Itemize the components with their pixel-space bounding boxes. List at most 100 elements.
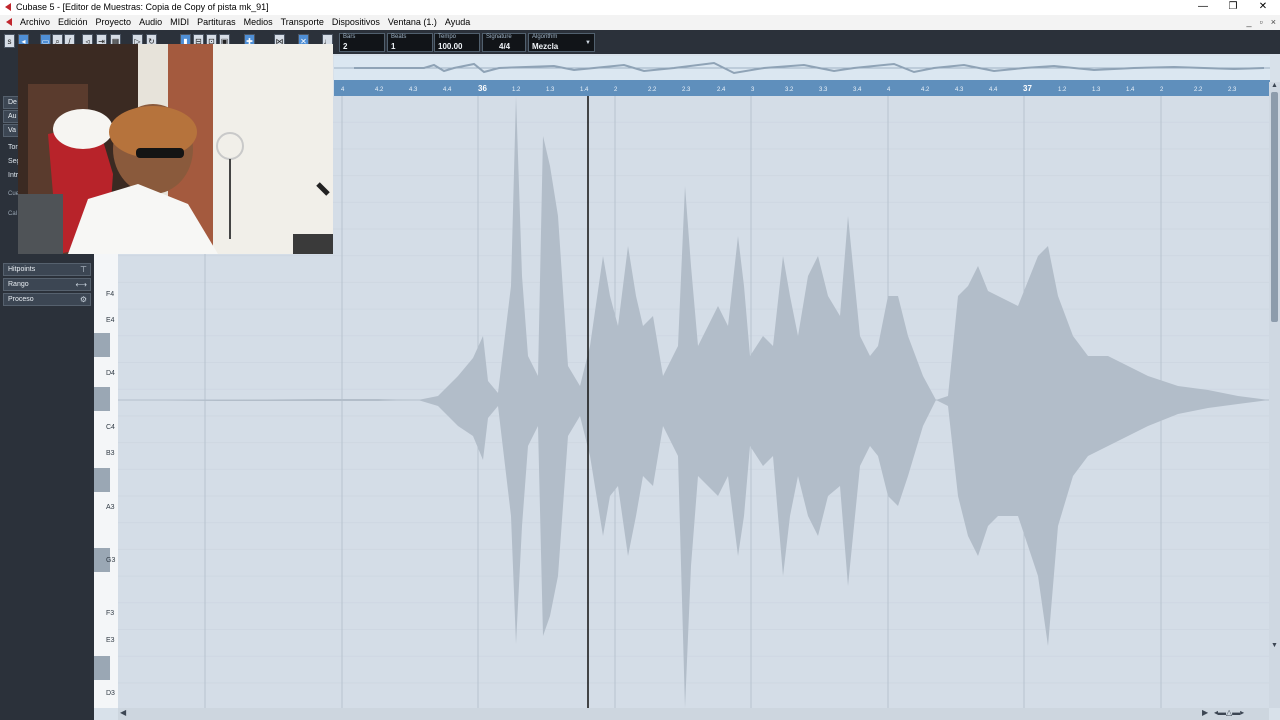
horizontal-scrollbar[interactable]: ◀ ▶ ◂▬△▬▸ bbox=[118, 708, 1269, 720]
algorithm-value[interactable]: Mezcla bbox=[532, 41, 558, 52]
ruler-tick: 4.4 bbox=[989, 87, 998, 93]
scroll-left-icon[interactable]: ◀ bbox=[120, 708, 126, 717]
rango-section[interactable]: Rango ⟷ bbox=[3, 278, 91, 291]
piano-key-label: C4 bbox=[106, 424, 115, 431]
mdi-minimize-icon[interactable]: _ bbox=[1247, 15, 1252, 30]
ruler-tick: 2.3 bbox=[1228, 87, 1237, 93]
mdi-close-icon[interactable]: × bbox=[1271, 15, 1276, 30]
piano-key-label: D3 bbox=[106, 690, 115, 697]
beats-field[interactable]: Beats 1 bbox=[387, 33, 433, 52]
ruler-tick: 1.2 bbox=[1058, 87, 1067, 93]
beats-label: Beats bbox=[391, 34, 407, 40]
ruler-tick: 3.4 bbox=[853, 87, 862, 93]
ruler-tick: 3 bbox=[751, 87, 755, 93]
piano-black-key[interactable] bbox=[94, 333, 110, 357]
ruler-tick: 4.3 bbox=[955, 87, 964, 93]
chevron-down-icon[interactable]: ▼ bbox=[585, 40, 591, 46]
ruler-tick: 1.3 bbox=[1092, 87, 1101, 93]
minimize-button[interactable]: — bbox=[1188, 0, 1218, 15]
menu-dispositivos[interactable]: Dispositivos bbox=[332, 15, 380, 30]
menu-midi[interactable]: MIDI bbox=[170, 15, 189, 30]
bars-value[interactable]: 2 bbox=[343, 41, 347, 52]
ruler-tick: 2.2 bbox=[1194, 87, 1203, 93]
piano-key-label: E3 bbox=[106, 637, 115, 644]
piano-black-key[interactable] bbox=[94, 387, 110, 411]
piano-key-label: B3 bbox=[106, 450, 115, 457]
ruler-tick: 3.3 bbox=[819, 87, 828, 93]
window-title: Cubase 5 - [Editor de Muestras: Copia de… bbox=[16, 2, 269, 12]
menu-medios[interactable]: Medios bbox=[244, 15, 273, 30]
inspector-va-label: Va bbox=[8, 127, 17, 134]
ruler-tick: 3.2 bbox=[785, 87, 794, 93]
vertical-scroll-thumb[interactable] bbox=[1271, 92, 1278, 322]
ruler-tick: 1.2 bbox=[512, 87, 521, 93]
piano-key-label: E4 bbox=[106, 317, 115, 324]
webcam-overlay bbox=[18, 44, 333, 254]
mdi-restore-icon[interactable]: ▫ bbox=[1260, 15, 1263, 30]
menu-audio[interactable]: Audio bbox=[139, 15, 162, 30]
ruler-tick: 4 bbox=[341, 87, 345, 93]
hitpoints-label: Hitpoints bbox=[8, 266, 36, 273]
proceso-label: Proceso bbox=[8, 296, 34, 303]
cubase-menu-icon[interactable] bbox=[4, 17, 14, 27]
scroll-down-icon[interactable]: ▼ bbox=[1271, 642, 1278, 649]
piano-black-key[interactable] bbox=[94, 656, 110, 680]
inspector-de-label: De bbox=[8, 99, 17, 106]
tempo-value[interactable]: 100.00 bbox=[438, 41, 462, 52]
proceso-section[interactable]: Proceso ⚙ bbox=[3, 293, 91, 306]
cubase-app-icon bbox=[5, 3, 11, 11]
ruler-tick: 1.4 bbox=[580, 87, 589, 93]
overview-waveform[interactable] bbox=[334, 56, 1270, 80]
beats-value[interactable]: 1 bbox=[391, 41, 395, 52]
menu-ayuda[interactable]: Ayuda bbox=[445, 15, 470, 30]
tempo-label: Tempo bbox=[438, 34, 457, 40]
algorithm-field[interactable]: Algorithm Mezcla ▼ bbox=[528, 33, 595, 52]
zoom-slider-icon[interactable]: ◂▬△▬▸ bbox=[1214, 708, 1244, 717]
piano-key-label: F3 bbox=[106, 610, 115, 617]
menu-transporte[interactable]: Transporte bbox=[281, 15, 324, 30]
ruler-tick: 4.4 bbox=[443, 87, 452, 93]
menu-bar: Archivo Edición Proyecto Audio MIDI Part… bbox=[0, 15, 1280, 30]
signature-field[interactable]: Signature 4/4 bbox=[482, 33, 526, 52]
ruler-tick: 2.3 bbox=[682, 87, 691, 93]
menu-edicion[interactable]: Edición bbox=[58, 15, 88, 30]
ruler-tick: 4.2 bbox=[375, 87, 384, 93]
bars-label: Bars bbox=[343, 34, 356, 40]
piano-key-label: A3 bbox=[106, 504, 115, 511]
ruler-tick: 2 bbox=[1160, 87, 1164, 93]
piano-key-label: D4 bbox=[106, 370, 115, 377]
piano-black-key[interactable] bbox=[94, 468, 110, 492]
inspector-au-label: Au bbox=[8, 113, 17, 120]
ruler-tick: 4.3 bbox=[409, 87, 418, 93]
vertical-scrollbar[interactable]: ▲ ▼ bbox=[1269, 82, 1280, 708]
webcam-person-image bbox=[18, 44, 333, 254]
algorithm-label: Algorithm bbox=[532, 34, 558, 40]
ruler-bar-36: 36 bbox=[478, 84, 487, 93]
ruler-tick: 4 bbox=[887, 87, 891, 93]
bars-field[interactable]: Bars 2 bbox=[339, 33, 385, 52]
ruler-tick: 2.4 bbox=[717, 87, 726, 93]
signature-label: Signature bbox=[486, 34, 512, 40]
scroll-up-icon[interactable]: ▲ bbox=[1271, 82, 1278, 89]
ruler-tick: 1.3 bbox=[546, 87, 555, 93]
ruler-bar-37: 37 bbox=[1023, 84, 1032, 93]
ruler-tick: 4.2 bbox=[921, 87, 930, 93]
tempo-field[interactable]: Tempo 100.00 bbox=[434, 33, 480, 52]
menu-proyecto[interactable]: Proyecto bbox=[96, 15, 132, 30]
menu-ventana[interactable]: Ventana (1.) bbox=[388, 15, 437, 30]
scroll-right-icon[interactable]: ▶ bbox=[1202, 708, 1208, 717]
ruler-tick: 2.2 bbox=[648, 87, 657, 93]
signature-value[interactable]: 4/4 bbox=[499, 41, 510, 52]
maximize-button[interactable]: ❐ bbox=[1218, 0, 1248, 15]
hitpoints-section[interactable]: Hitpoints ⊤ bbox=[3, 263, 91, 276]
menu-partituras[interactable]: Partituras bbox=[197, 15, 236, 30]
piano-key-label: F4 bbox=[106, 291, 115, 298]
timeline-ruler[interactable]: 4 4.2 4.3 4.4 36 1.2 1.3 1.4 2 2.2 2.3 2… bbox=[334, 80, 1270, 96]
menu-archivo[interactable]: Archivo bbox=[20, 15, 50, 30]
inspector-param-tor: Tor bbox=[8, 144, 18, 151]
solo-button[interactable]: s bbox=[4, 34, 15, 48]
overview-waveform-graphic bbox=[334, 61, 1270, 75]
hitpoint-marker-icon: ⊤ bbox=[80, 265, 87, 274]
inspector-param-cal: Cal bbox=[8, 211, 18, 217]
close-button[interactable]: ✕ bbox=[1248, 0, 1278, 15]
